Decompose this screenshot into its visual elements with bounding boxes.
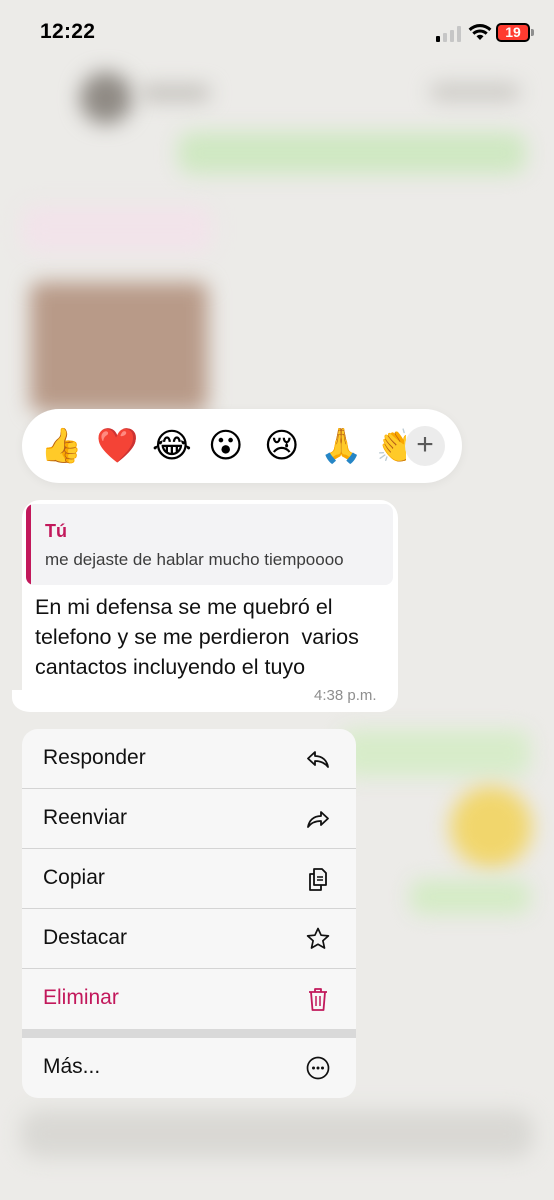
reaction-heart[interactable]: ❤️ (96, 426, 138, 466)
more-icon (306, 1056, 330, 1080)
reply-icon (307, 751, 329, 768)
menu-label-eliminar: Eliminar (43, 986, 119, 1009)
message-line: telefono y se me perdieron varios (35, 625, 359, 649)
menu-section-separator (22, 1029, 356, 1038)
blurred-avatar (80, 72, 132, 124)
menu-item-responder[interactable]: Responder (22, 729, 356, 789)
message-line: En mi defensa se me quebró el (35, 595, 333, 619)
menu-item-destacar[interactable]: Destacar (22, 909, 356, 969)
menu-label-copiar: Copiar (43, 866, 105, 889)
star-icon (306, 927, 330, 949)
status-bar: 12:22 19 (0, 0, 554, 64)
menu-item-copiar[interactable]: Copiar (22, 849, 356, 909)
blurred-call-icons (430, 84, 520, 100)
reaction-praying[interactable]: 🙏 (320, 426, 362, 466)
trash-icon (309, 988, 327, 1011)
menu-item-eliminar[interactable]: Eliminar (22, 969, 356, 1029)
status-time: 12:22 (40, 20, 96, 43)
wifi-icon (468, 24, 492, 40)
battery-icon: 19 (496, 23, 530, 42)
blurred-sticker (450, 786, 532, 868)
copy-icon (309, 868, 327, 891)
blurred-photo (30, 282, 208, 412)
menu-item-reenviar[interactable]: Reenviar (22, 789, 356, 849)
menu-label-responder: Responder (43, 746, 146, 769)
message-timestamp: 4:38 p.m. (314, 687, 377, 704)
blurred-outgoing-message-2 (340, 730, 530, 776)
quoted-message[interactable]: Tú me dejaste de hablar mucho tiempoooo (26, 504, 393, 585)
quote-author: Tú (45, 521, 67, 541)
blurred-outgoing-message (178, 132, 526, 174)
reaction-surprised[interactable]: 😮 (208, 426, 243, 466)
blurred-incoming-message (22, 206, 212, 252)
quote-accent-bar (26, 504, 31, 585)
forward-icon (307, 811, 329, 828)
cellular-signal-icon (436, 26, 462, 42)
add-reaction-button[interactable]: + (405, 426, 445, 466)
blurred-contact-name (140, 86, 210, 100)
blurred-input-bar (20, 1110, 534, 1158)
quote-text: me dejaste de hablar mucho tiempoooo (45, 550, 344, 569)
blurred-outgoing-message-3 (410, 880, 530, 914)
menu-label-mas: Más... (43, 1055, 101, 1078)
reaction-clapping[interactable]: 👏 (376, 426, 406, 466)
message-context-menu: Responder Reenviar Copiar Destacar Elimi… (22, 729, 356, 1098)
reaction-thumbs-up[interactable]: 👍 (40, 426, 82, 466)
battery-level: 19 (505, 24, 521, 40)
reaction-laughing[interactable]: 😂 (152, 426, 192, 466)
menu-label-reenviar: Reenviar (43, 806, 128, 829)
menu-label-destacar: Destacar (43, 926, 128, 949)
reaction-crying[interactable]: 😢 (264, 426, 299, 466)
menu-item-mas[interactable]: Más... (22, 1038, 356, 1098)
battery-tip (531, 29, 534, 36)
message-text: En mi defensa se me quebró el telefono y… (35, 592, 387, 682)
message-line: cantactos incluyendo el tuyo (35, 655, 306, 679)
